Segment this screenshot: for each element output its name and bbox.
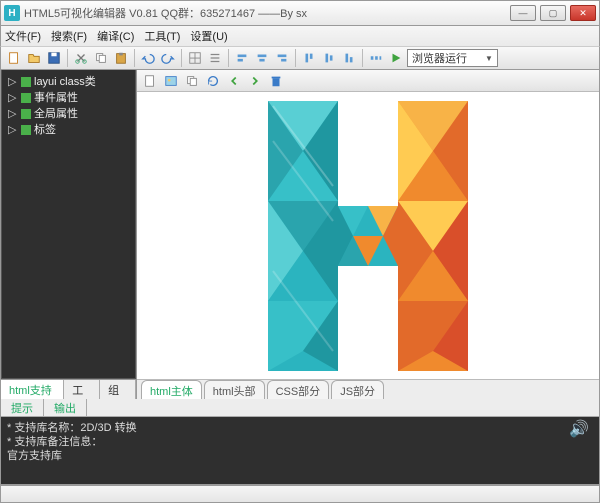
main-toolbar: 浏览器运行 ▼ bbox=[0, 46, 600, 70]
open-icon[interactable] bbox=[25, 49, 43, 67]
menu-tools[interactable]: 工具(T) bbox=[144, 28, 180, 44]
tab-hint[interactable]: 提示 bbox=[1, 399, 44, 416]
tree-item: ▷全局属性 bbox=[8, 106, 129, 122]
tree-view[interactable]: ▷layui class类 ▷事件属性 ▷全局属性 ▷标签 bbox=[1, 70, 136, 379]
tab-output[interactable]: 输出 bbox=[44, 399, 87, 416]
canvas-toolbar bbox=[137, 70, 599, 92]
new-page-icon[interactable] bbox=[141, 72, 159, 90]
app-icon: H bbox=[4, 5, 20, 21]
menu-file[interactable]: 文件(F) bbox=[5, 28, 41, 44]
align-bottom-icon[interactable] bbox=[340, 49, 358, 67]
arrow-right-icon[interactable] bbox=[246, 72, 264, 90]
menu-search[interactable]: 搜索(F) bbox=[51, 28, 87, 44]
tab-css[interactable]: CSS部分 bbox=[267, 380, 330, 399]
grid-icon[interactable] bbox=[186, 49, 204, 67]
left-tabstrip: html支持库 工程 组件 bbox=[1, 379, 136, 399]
tree-item: ▷标签 bbox=[8, 122, 129, 138]
save-icon[interactable] bbox=[45, 49, 63, 67]
run-icon[interactable] bbox=[387, 49, 405, 67]
copy-icon[interactable] bbox=[92, 49, 110, 67]
window-title: HTML5可视化编辑器 V0.81 QQ群：635271467 ——By sx bbox=[24, 5, 510, 21]
paste-icon[interactable] bbox=[112, 49, 130, 67]
copy2-icon[interactable] bbox=[183, 72, 201, 90]
editor-panel: html主体 html头部 CSS部分 JS部分 bbox=[136, 70, 599, 399]
tree-item: ▷layui class类 bbox=[8, 74, 129, 90]
tab-html-head[interactable]: html头部 bbox=[204, 380, 265, 399]
align-left-icon[interactable] bbox=[233, 49, 251, 67]
titlebar: H HTML5可视化编辑器 V0.81 QQ群：635271467 ——By s… bbox=[0, 0, 600, 26]
align-right-icon[interactable] bbox=[273, 49, 291, 67]
redo-icon[interactable] bbox=[159, 49, 177, 67]
output-panel: 提示 输出 * 支持库名称：2D/3D 转换 * 支持库备注信息： 官方支持库 … bbox=[0, 399, 600, 485]
left-panel: ▷layui class类 ▷事件属性 ▷全局属性 ▷标签 html支持库 工程… bbox=[1, 70, 136, 399]
refresh-icon[interactable] bbox=[204, 72, 222, 90]
menubar: 文件(F) 搜索(F) 编译(C) 工具(T) 设置(U) bbox=[0, 26, 600, 46]
minimize-button[interactable]: — bbox=[510, 5, 536, 21]
cube-icon bbox=[21, 77, 31, 87]
tree-item: ▷事件属性 bbox=[8, 90, 129, 106]
run-mode-combo[interactable]: 浏览器运行 ▼ bbox=[407, 49, 498, 67]
delete-icon[interactable] bbox=[267, 72, 285, 90]
output-tabstrip: 提示 输出 bbox=[1, 399, 599, 417]
menu-settings[interactable]: 设置(U) bbox=[190, 28, 227, 44]
cube-icon bbox=[21, 125, 31, 135]
arrow-left-icon[interactable] bbox=[225, 72, 243, 90]
run-mode-value: 浏览器运行 bbox=[412, 50, 467, 66]
distribute-icon[interactable] bbox=[367, 49, 385, 67]
tab-component[interactable]: 组件 bbox=[100, 380, 136, 399]
statusbar bbox=[0, 485, 600, 503]
cube-icon bbox=[21, 109, 31, 119]
picture-icon[interactable] bbox=[162, 72, 180, 90]
align-center-icon[interactable] bbox=[253, 49, 271, 67]
new-file-icon[interactable] bbox=[5, 49, 23, 67]
tab-html-body[interactable]: html主体 bbox=[141, 380, 202, 399]
cut-icon[interactable] bbox=[72, 49, 90, 67]
editor-tabstrip: html主体 html头部 CSS部分 JS部分 bbox=[137, 379, 599, 399]
list-icon[interactable] bbox=[206, 49, 224, 67]
chevron-down-icon: ▼ bbox=[485, 54, 493, 63]
design-canvas[interactable] bbox=[137, 92, 599, 379]
logo-h-icon bbox=[218, 92, 518, 379]
tab-js[interactable]: JS部分 bbox=[331, 380, 384, 399]
align-middle-icon[interactable] bbox=[320, 49, 338, 67]
menu-compile[interactable]: 编译(C) bbox=[97, 28, 134, 44]
tab-support-lib[interactable]: html支持库 bbox=[1, 380, 64, 399]
tab-project[interactable]: 工程 bbox=[64, 380, 100, 399]
align-top-icon[interactable] bbox=[300, 49, 318, 67]
speaker-icon[interactable]: 🔊 bbox=[569, 423, 589, 437]
maximize-button[interactable]: ▢ bbox=[540, 5, 566, 21]
cube-icon bbox=[21, 93, 31, 103]
undo-icon[interactable] bbox=[139, 49, 157, 67]
close-button[interactable]: ✕ bbox=[570, 5, 596, 21]
output-text[interactable]: * 支持库名称：2D/3D 转换 * 支持库备注信息： 官方支持库 🔊 bbox=[1, 417, 599, 484]
